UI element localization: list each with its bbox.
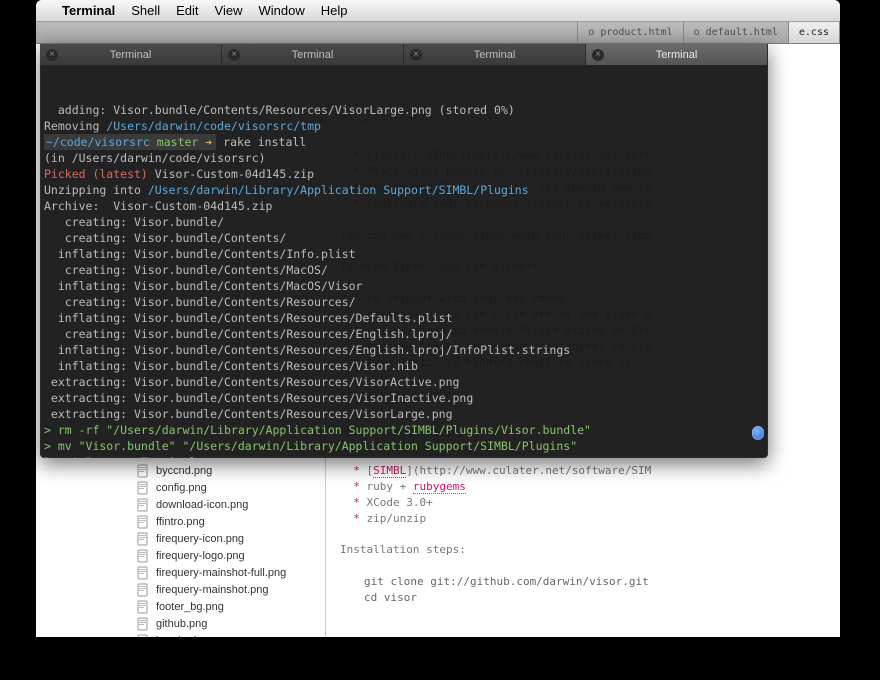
terminal-tab-label: Terminal	[474, 49, 516, 61]
tab-close-icon[interactable]: ×	[46, 49, 58, 61]
tab-close-icon[interactable]: ×	[410, 49, 422, 61]
terminal-tab-bar: × Terminal × Terminal × Terminal × Terminal	[40, 44, 768, 66]
terminal-tab-label: Terminal	[656, 49, 698, 61]
terminal-tab[interactable]: × Terminal	[40, 44, 222, 65]
file-tree-item[interactable]: config.png	[136, 479, 325, 496]
terminal-line: creating: Visor.bundle/	[44, 214, 760, 230]
menu-shell[interactable]: Shell	[131, 3, 160, 18]
editor-tab-hidden[interactable]	[36, 22, 578, 43]
editor-tab-bar: o product.html o default.html e.css	[36, 22, 840, 44]
file-name: ffintro.png	[156, 516, 205, 528]
menu-window[interactable]: Window	[259, 3, 305, 18]
terminal-tab-label: Terminal	[110, 49, 152, 61]
file-name: config.png	[156, 482, 207, 494]
file-name: firequery-mainshot-full.png	[156, 567, 286, 579]
terminal-line: creating: Visor.bundle/Contents/Resource…	[44, 326, 760, 342]
terminal-line: inflating: Visor.bundle/Contents/Resourc…	[44, 358, 760, 374]
file-name: download-icon.png	[156, 499, 248, 511]
terminal-line: extracting: Visor.bundle/Contents/Resour…	[44, 390, 760, 406]
terminal-tab[interactable]: × Terminal	[586, 44, 768, 65]
menu-bar: Terminal Shell Edit View Window Help	[36, 0, 840, 22]
menu-view[interactable]: View	[215, 3, 243, 18]
md-bullet: * ruby + rubygems	[340, 479, 822, 495]
terminal-line: extracting: Visor.bundle/Contents/Resour…	[44, 406, 760, 422]
menu-app-name[interactable]: Terminal	[62, 3, 115, 18]
terminal-tab[interactable]: × Terminal	[404, 44, 586, 65]
terminal-line: inflating: Visor.bundle/Contents/MacOS/V…	[44, 278, 760, 294]
terminal-line: creating: Visor.bundle/Contents/MacOS/	[44, 262, 760, 278]
terminal-line: (in /Users/darwin/code/visorsrc)	[44, 150, 760, 166]
terminal-line: Archive: Visor-Custom-04d145.zip	[44, 198, 760, 214]
file-name: byccnd.png	[156, 465, 212, 477]
editor-tab-label: e.css	[799, 27, 829, 38]
terminal-tab-label: Terminal	[292, 49, 334, 61]
file-name: firequery-icon.png	[156, 533, 244, 545]
terminal-line: creating: Visor.bundle/Contents/	[44, 230, 760, 246]
md-code: git clone git://github.com/darwin/visor.…	[364, 574, 822, 590]
editor-tab-active[interactable]: e.css	[789, 22, 840, 43]
md-bullet: * [SIMBL](http://www.culater.net/softwar…	[340, 463, 822, 479]
terminal-line: inflating: Visor.bundle/Contents/Info.pl…	[44, 246, 760, 262]
file-tree-item[interactable]: footer_bg.png	[136, 598, 325, 615]
terminal-line: > rm -rf "/Users/darwin/Library/Applicat…	[44, 422, 760, 438]
terminal-line: Picked (latest) Visor-Custom-04d145.zip	[44, 166, 760, 182]
file-tree-item[interactable]: firequery-mainshot.png	[136, 581, 325, 598]
file-tree-item[interactable]: firequery-mainshot-full.png	[136, 564, 325, 581]
md-bullet: * zip/unzip	[340, 511, 822, 527]
terminal-line: Done! Restart Terminal.app	[44, 454, 760, 458]
file-name: footer_bg.png	[156, 601, 224, 613]
file-tree-item[interactable]: firequery-logo.png	[136, 547, 325, 564]
terminal-line: inflating: Visor.bundle/Contents/Resourc…	[44, 342, 760, 358]
terminal-line: Unzipping into /Users/darwin/Library/App…	[44, 182, 760, 198]
file-tree-item[interactable]: firequery-icon.png	[136, 530, 325, 547]
file-name: github.png	[156, 618, 207, 630]
file-name: header-bg.png	[156, 635, 228, 638]
terminal-line: inflating: Visor.bundle/Contents/Resourc…	[44, 310, 760, 326]
md-code: cd visor	[364, 590, 822, 606]
terminal-line: Removing /Users/darwin/code/visorsrc/tmp	[44, 118, 760, 134]
terminal-line: > mv "Visor.bundle" "/Users/darwin/Libra…	[44, 438, 760, 454]
file-name: firequery-mainshot.png	[156, 584, 269, 596]
terminal-output[interactable]: adding: Visor.bundle/Contents/Resources/…	[40, 66, 768, 458]
tab-close-icon[interactable]: ×	[592, 49, 604, 61]
file-tree-item[interactable]: download-icon.png	[136, 496, 325, 513]
menu-edit[interactable]: Edit	[176, 3, 198, 18]
terminal-visor: × Terminal × Terminal × Terminal × Terminal add…	[40, 44, 768, 458]
md-text: Installation steps:	[340, 542, 822, 558]
file-tree-item[interactable]: github.png	[136, 615, 325, 632]
menu-help[interactable]: Help	[321, 3, 348, 18]
editor-tab-label: o product.html	[588, 27, 672, 38]
editor-tab-label: o default.html	[694, 27, 778, 38]
terminal-line: extracting: Visor.bundle/Contents/Resour…	[44, 374, 760, 390]
terminal-line: creating: Visor.bundle/Contents/Resource…	[44, 294, 760, 310]
tab-close-icon[interactable]: ×	[228, 49, 240, 61]
file-tree-item[interactable]: header-bg.png	[136, 632, 325, 637]
scrollbar-thumb[interactable]	[752, 426, 764, 440]
file-tree-item[interactable]: ffintro.png	[136, 513, 325, 530]
terminal-tab[interactable]: × Terminal	[222, 44, 404, 65]
terminal-line: adding: Visor.bundle/Contents/Resources/…	[44, 102, 760, 118]
editor-tab[interactable]: o default.html	[684, 22, 789, 43]
file-tree-item[interactable]: byccnd.png	[136, 462, 325, 479]
editor-tab[interactable]: o product.html	[578, 22, 683, 43]
terminal-line: ~/code/visorsrc master ➔ rake install	[44, 134, 760, 150]
md-bullet: * XCode 3.0+	[340, 495, 822, 511]
file-name: firequery-logo.png	[156, 550, 245, 562]
